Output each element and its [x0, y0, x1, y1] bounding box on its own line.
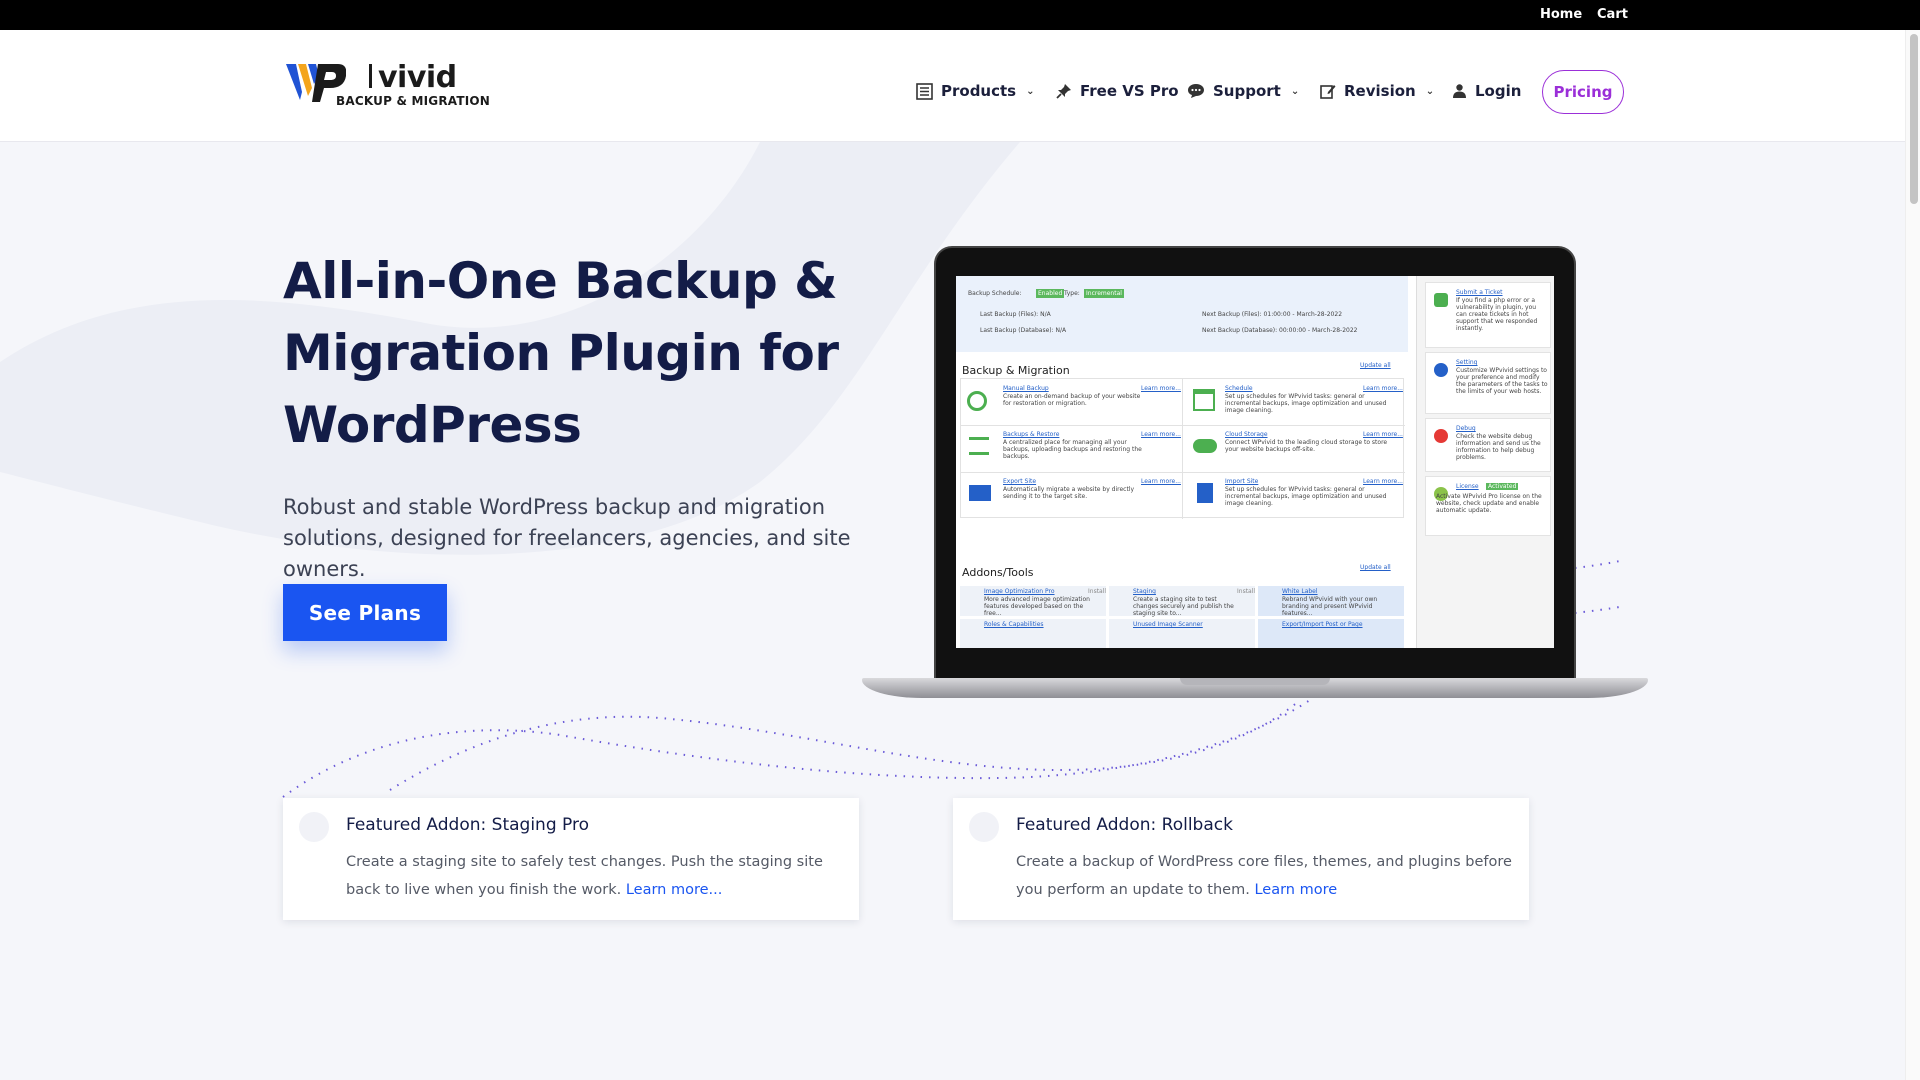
- bug-icon: [1434, 429, 1448, 443]
- tool-desc: Set up schedules for WPvivid tasks: gene…: [1225, 393, 1387, 414]
- feature-card-rollback: Featured Addon: Rollback Create a backup…: [953, 798, 1529, 920]
- dashboard-sidebar: Submit a Ticket If you find a php error …: [1416, 276, 1554, 648]
- feature-text: Create a staging site to safely test cha…: [346, 854, 823, 898]
- tool-desc: Set up schedules for WPvivid tasks: gene…: [1225, 486, 1387, 507]
- addon-title[interactable]: Staging: [1133, 588, 1156, 595]
- lower-section: [0, 952, 1905, 1080]
- learn-more-link[interactable]: Learn more...: [1141, 431, 1181, 438]
- type-badge: Incremental: [1084, 289, 1124, 298]
- scrollbar-thumb[interactable]: [1910, 34, 1918, 204]
- feature-title: Featured Addon: Staging Pro: [346, 815, 589, 835]
- side-card: License Activated Activate WPvivid Pro l…: [1425, 476, 1551, 536]
- schedule-label: Backup Schedule:: [968, 290, 1022, 297]
- side-card-title[interactable]: License: [1456, 483, 1479, 490]
- manual-backup-icon: [967, 391, 987, 411]
- feature-card-staging: Featured Addon: Staging Pro Create a sta…: [283, 798, 859, 920]
- tool-desc: Automatically migrate a website by direc…: [1003, 486, 1135, 500]
- tool-desc: A centralized place for managing all you…: [1003, 439, 1142, 460]
- backups-restore-icon: [969, 437, 989, 455]
- learn-more-link[interactable]: Learn more...: [1363, 431, 1403, 438]
- install-label[interactable]: Install: [1088, 588, 1106, 595]
- tool-desc: Create an on-demand backup of your websi…: [1003, 393, 1141, 407]
- update-all-link[interactable]: Update all: [1360, 564, 1391, 571]
- tool-title[interactable]: Schedule: [1225, 385, 1253, 392]
- tool-title[interactable]: Manual Backup: [1003, 385, 1049, 392]
- learn-more-link[interactable]: Learn more...: [626, 882, 723, 898]
- side-card-desc: Check the website debug information and …: [1456, 433, 1541, 461]
- schedule-status-badge: Enabled: [1036, 289, 1065, 298]
- addon-desc: More advanced image optimization feature…: [984, 596, 1090, 617]
- backup-tools-grid: Manual Backup Create an on-demand backup…: [960, 378, 1405, 519]
- export-icon: [969, 485, 991, 501]
- tool-title[interactable]: Cloud Storage: [1225, 431, 1268, 438]
- side-card-title[interactable]: Setting: [1456, 359, 1477, 366]
- license-badge: Activated: [1486, 483, 1519, 490]
- section-addons-tools: Addons/Tools: [962, 566, 1034, 579]
- learn-more-link[interactable]: Learn more: [1254, 882, 1337, 898]
- feature-icon: [299, 812, 329, 842]
- schedule-icon: [1193, 389, 1215, 411]
- learn-more-link[interactable]: Learn more...: [1363, 478, 1403, 485]
- learn-more-link[interactable]: Learn more...: [1141, 478, 1181, 485]
- install-label[interactable]: Install: [1237, 588, 1255, 595]
- addon-title[interactable]: White Label: [1282, 588, 1318, 595]
- import-icon: [1197, 483, 1213, 503]
- side-card: Submit a Ticket If you find a php error …: [1425, 282, 1551, 348]
- laptop-mockup: Backup Schedule: Enabled Type: Increment…: [862, 246, 1648, 706]
- laptop-base: [862, 678, 1648, 698]
- side-card: Setting Customize WPvivid settings to yo…: [1425, 352, 1551, 414]
- addon-title[interactable]: Export/Import Post or Page: [1282, 621, 1363, 628]
- next-backup-db: Next Backup (Database): 00:00:00 - March…: [1202, 327, 1358, 334]
- laptop-screen: Backup Schedule: Enabled Type: Increment…: [956, 276, 1554, 648]
- side-card-desc: Customize WPvivid settings to your prefe…: [1456, 367, 1548, 395]
- section-backup-migration: Backup & Migration: [962, 364, 1070, 377]
- feature-icon: [969, 812, 999, 842]
- feature-text: Create a backup of WordPress core files,…: [1016, 854, 1512, 898]
- learn-more-link[interactable]: Learn more...: [1141, 385, 1181, 392]
- cloud-icon: [1193, 439, 1217, 453]
- dashboard-main: Backup Schedule: Enabled Type: Increment…: [956, 276, 1408, 648]
- addon-title[interactable]: Image Optimization Pro: [984, 588, 1055, 595]
- page-scrollbar[interactable]: [1905, 30, 1920, 1080]
- side-card-desc: Activate WPvivid Pro license on the webs…: [1436, 493, 1542, 514]
- last-backup-db: Last Backup (Database): N/A: [980, 327, 1067, 334]
- addons-grid: Image Optimization Pro More advanced ima…: [960, 586, 1404, 648]
- feature-title: Featured Addon: Rollback: [1016, 815, 1233, 835]
- type-label: Type:: [1064, 290, 1080, 297]
- tool-desc: Connect WPvivid to the leading cloud sto…: [1225, 439, 1388, 453]
- next-backup-files: Next Backup (Files): 01:00:00 - March-28…: [1202, 311, 1343, 318]
- side-card-desc: If you find a php error or a vulnerabili…: [1456, 297, 1538, 332]
- last-backup-files: Last Backup (Files): N/A: [980, 311, 1051, 318]
- side-card: Debug Check the website debug informatio…: [1425, 418, 1551, 472]
- side-card-title[interactable]: Submit a Ticket: [1456, 289, 1503, 296]
- gear-icon: [1434, 363, 1448, 377]
- learn-more-link[interactable]: Learn more...: [1363, 385, 1403, 392]
- ticket-icon: [1434, 293, 1448, 307]
- dashboard-header: Backup Schedule: Enabled Type: Increment…: [956, 276, 1408, 352]
- addon-title[interactable]: Roles & Capabilities: [984, 621, 1044, 628]
- addon-title[interactable]: Unused Image Scanner: [1133, 621, 1203, 628]
- tool-title[interactable]: Backups & Restore: [1003, 431, 1059, 438]
- side-card-title[interactable]: Debug: [1456, 425, 1476, 432]
- addon-desc: Rebrand WPvivid with your own branding a…: [1282, 596, 1378, 617]
- tool-title[interactable]: Export Site: [1003, 478, 1036, 485]
- tool-title[interactable]: Import Site: [1225, 478, 1258, 485]
- update-all-link[interactable]: Update all: [1360, 362, 1391, 369]
- addon-desc: Create a staging site to test changes se…: [1133, 596, 1234, 617]
